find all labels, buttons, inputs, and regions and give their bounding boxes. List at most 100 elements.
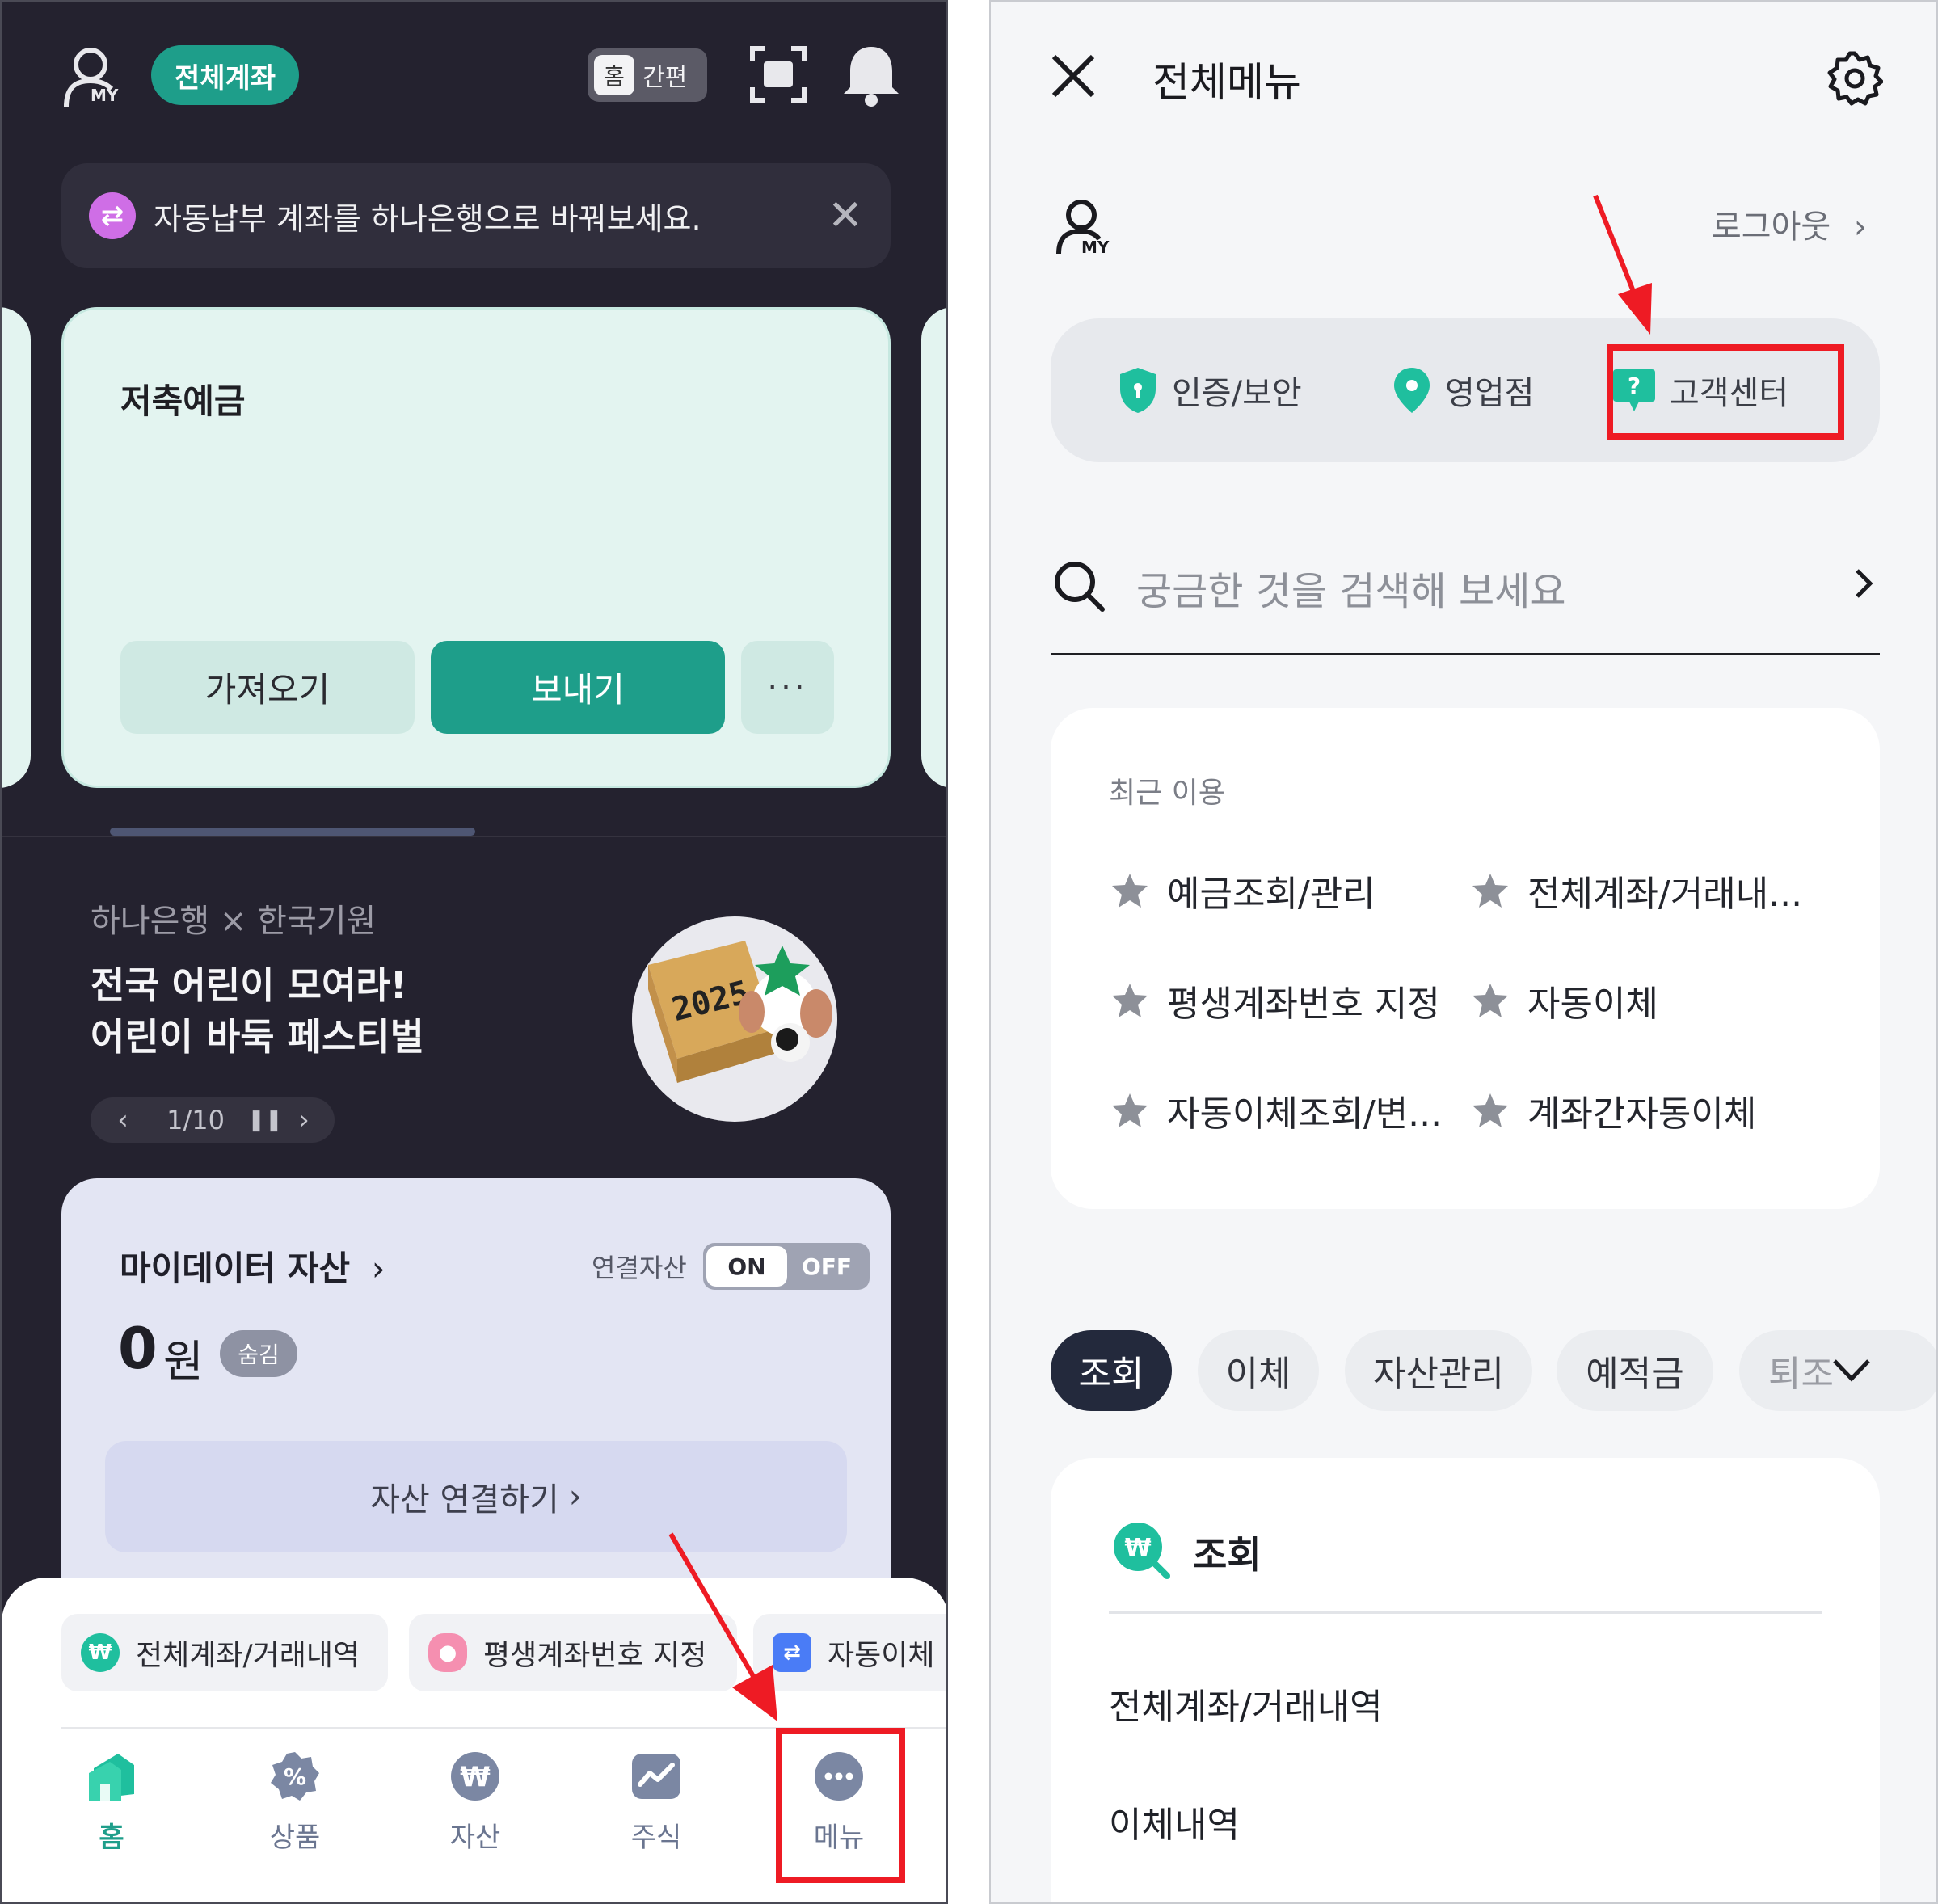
get-money-button[interactable]: 가져오기 (120, 641, 415, 734)
recent-item[interactable]: 전체계좌/거래내... (1471, 865, 1802, 916)
more-options-button[interactable]: ··· (741, 641, 834, 734)
my-label: MY (1081, 238, 1110, 257)
recent-item[interactable]: 자동이체조회/변... (1110, 1085, 1442, 1136)
chevron-right-icon: › (371, 1249, 385, 1288)
star-icon (1112, 984, 1148, 1017)
tab-products[interactable]: % 상품 (246, 1750, 343, 1864)
all-accounts-button[interactable]: 전체계좌 (151, 45, 299, 105)
chevron-down-icon[interactable] (1823, 1350, 1880, 1390)
stock-chart-icon (630, 1750, 682, 1802)
previous-card-peek[interactable] (2, 307, 31, 788)
tab-assets[interactable]: ₩ 자산 (427, 1750, 524, 1864)
recent-item[interactable]: 계좌간자동이체 (1471, 1085, 1756, 1136)
promo-pager: ‹ 1/10 ❚❚ › (91, 1097, 335, 1143)
chevron-right-icon[interactable] (1847, 559, 1880, 608)
auth-security-button[interactable]: 인증/보안 (1117, 318, 1302, 462)
page-title: 전체메뉴 (1152, 59, 1301, 106)
connect-assets-label: 자산 연결하기 (370, 1481, 559, 1519)
quick-chip-all-accounts[interactable]: ₩ 전체계좌/거래내역 (61, 1614, 388, 1691)
search-icon[interactable] (1051, 558, 1107, 614)
menu-item[interactable]: 전체계좌/거래내역 (1109, 1678, 1383, 1729)
menu-item[interactable]: 이체내역 (1109, 1796, 1240, 1847)
product-percent-icon: % (269, 1750, 321, 1802)
send-money-button[interactable]: 보내기 (431, 641, 725, 734)
recent-item-label: 예금조회/관리 (1167, 874, 1376, 915)
left-phone-screen: MY 전체계좌 홈 간편 ⇄ 자동납부 계좌를 하나은행으로 바꿔보세요. ✕ … (0, 0, 948, 1904)
my-profile-button[interactable]: MY (58, 40, 133, 115)
star-icon (1112, 874, 1148, 908)
won-search-icon: ₩ (81, 1633, 120, 1672)
shield-icon (1120, 368, 1156, 413)
my-profile-button[interactable]: MY (1052, 194, 1119, 260)
category-tab-inquiry[interactable]: 조회 (1051, 1330, 1172, 1411)
gear-icon[interactable] (1826, 50, 1884, 107)
category-tab-transfer[interactable]: 이체 (1198, 1330, 1319, 1411)
promo-title-line1: 전국 어린이 모여라! (91, 963, 407, 1007)
recent-usage-title: 최근 이용 (1109, 777, 1225, 810)
promo-page-counter: 1/10 (166, 1105, 225, 1135)
recent-usage-card: 최근 이용 예금조회/관리 전체계좌/거래내... 평생계좌번호 지정 자동이체… (1051, 708, 1880, 1209)
close-icon[interactable]: ✕ (821, 192, 870, 240)
mydata-title-text: 마이데이터 자산 (120, 1249, 351, 1288)
mydata-title[interactable]: 마이데이터 자산 › (120, 1241, 385, 1291)
tab-label: 자산 (449, 1822, 501, 1854)
logout-link[interactable]: 로그아웃 › (1712, 200, 1867, 247)
won-search-icon: ₩ (1112, 1521, 1172, 1581)
category-tab-asset-management[interactable]: 자산관리 (1345, 1330, 1532, 1411)
home-mode-chip: 홈 (594, 55, 634, 95)
simple-mode-label: 간편 (642, 64, 688, 92)
quick-chip-auto-transfer[interactable]: ⇄ 자동이체 (753, 1614, 946, 1691)
savings-account-card[interactable]: 저축예금 가져오기 보내기 ··· (61, 307, 891, 788)
recent-item-label: 계좌간자동이체 (1527, 1093, 1757, 1135)
home-simple-toggle[interactable]: 홈 간편 (588, 48, 707, 102)
promo-title-line2: 어린이 바둑 페스티벌 (91, 1015, 424, 1059)
recent-item-label: 자동이체 (1527, 984, 1658, 1025)
card-pager-indicator (110, 828, 475, 836)
promo-title[interactable]: 전국 어린이 모여라! 어린이 바둑 페스티벌 (91, 959, 424, 1063)
won-icon: ₩ (449, 1750, 501, 1802)
tab-stocks[interactable]: 주식 (608, 1750, 705, 1864)
star-icon (1472, 1093, 1508, 1127)
recent-item-label: 평생계좌번호 지정 (1167, 984, 1440, 1025)
svg-text:₩: ₩ (1124, 1534, 1151, 1562)
asset-amount: 0 (118, 1316, 158, 1382)
quick-chip-lifetime-account[interactable]: ● 평생계좌번호 지정 (409, 1614, 737, 1691)
logout-label: 로그아웃 (1712, 209, 1831, 246)
toggle-on: ON (706, 1246, 787, 1287)
notice-text: 자동납부 계좌를 하나은행으로 바꿔보세요. (154, 200, 701, 237)
next-card-peek[interactable] (921, 307, 946, 788)
promo-illustration[interactable]: 2025 (632, 916, 837, 1122)
category-tab-deposits[interactable]: 예적금 (1557, 1330, 1713, 1411)
svg-text:%: % (284, 1763, 306, 1790)
pause-icon[interactable]: ❚❚ (247, 1097, 283, 1143)
notice-banner[interactable]: ⇄ 자동납부 계좌를 하나은행으로 바꿔보세요. ✕ (61, 163, 891, 268)
recent-item[interactable]: 예금조회/관리 (1110, 865, 1376, 916)
branch-button[interactable]: 영업점 (1392, 318, 1534, 462)
divider (1109, 1611, 1822, 1614)
scan-icon[interactable] (748, 44, 809, 105)
bell-icon[interactable] (841, 42, 902, 108)
recent-item-label: 자동이체조회/변... (1167, 1093, 1443, 1135)
piggy-bank-icon: ● (428, 1633, 467, 1672)
divider (2, 836, 946, 837)
recent-item[interactable]: 평생계좌번호 지정 (1110, 975, 1440, 1026)
recent-item[interactable]: 자동이체 (1471, 975, 1658, 1026)
quick-label: 인증/보안 (1172, 375, 1302, 412)
quick-label: 영업점 (1445, 375, 1535, 412)
tab-label: 주식 (630, 1822, 682, 1854)
connect-assets-button[interactable]: 자산 연결하기 › (105, 1441, 847, 1552)
mydata-assets-card: 마이데이터 자산 › 연결자산 ON OFF 0 원 숨김 자산 연결하기 › (61, 1178, 891, 1631)
transfer-icon: ⇄ (773, 1633, 811, 1672)
tab-label: 상품 (269, 1822, 321, 1854)
tab-home[interactable]: 홈 (63, 1750, 160, 1864)
red-arrow-icon (1593, 194, 1652, 335)
search-input[interactable]: 궁금한 것을 검색해 보세요 (1136, 559, 1566, 616)
hide-amount-button[interactable]: 숨김 (220, 1330, 297, 1377)
prev-promo-icon[interactable]: ‹ (107, 1097, 139, 1143)
linked-assets-toggle[interactable]: ON OFF (703, 1243, 870, 1290)
close-icon[interactable] (1049, 52, 1097, 100)
next-promo-icon[interactable]: › (288, 1097, 320, 1143)
linked-assets-label: 연결자산 (592, 1253, 687, 1283)
star-icon (1472, 984, 1508, 1017)
chevron-right-icon: › (1853, 209, 1867, 246)
